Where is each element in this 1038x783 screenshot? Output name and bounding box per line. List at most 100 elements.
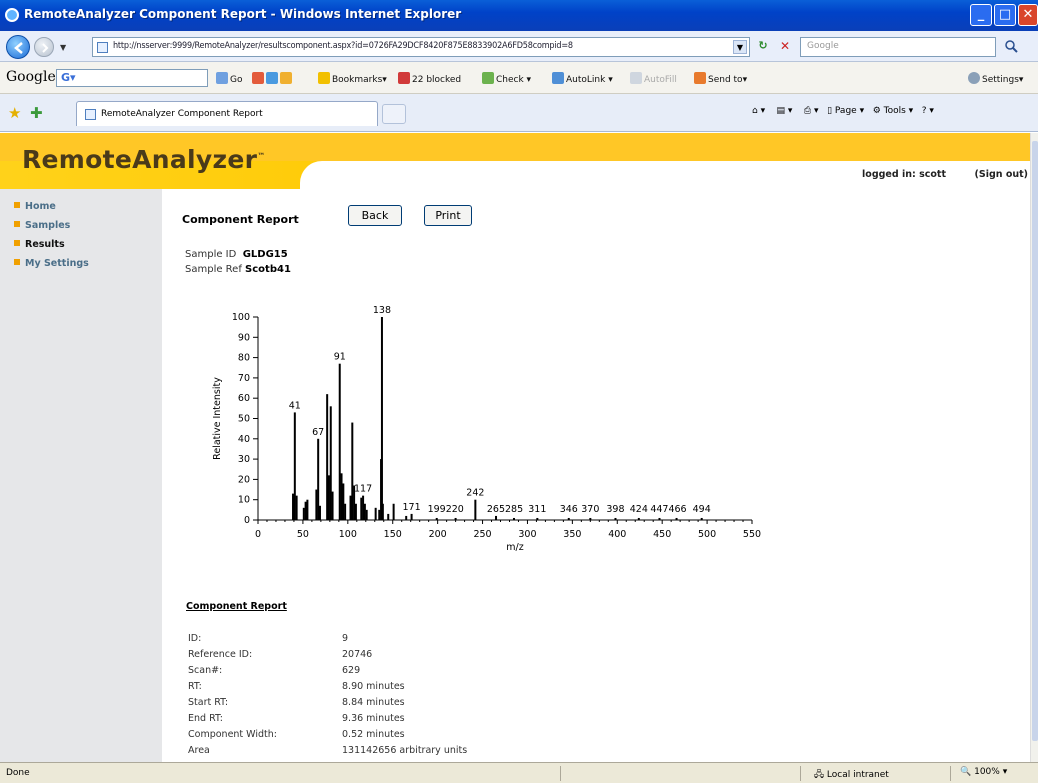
go-button[interactable]: Go: [216, 72, 242, 85]
page-icon: [97, 42, 108, 53]
spectrum-peak: [342, 483, 345, 520]
google-search-input[interactable]: G▾: [56, 69, 208, 87]
go-icon: [216, 72, 228, 84]
sample-ref: Sample Ref Scotb41: [185, 264, 291, 275]
history-dropdown-icon[interactable]: ▼: [60, 43, 66, 52]
spectrum-peak: [374, 507, 377, 520]
page-icon: [85, 109, 96, 120]
forward-nav-button[interactable]: [34, 37, 54, 57]
refresh-icon[interactable]: ↻: [754, 39, 772, 55]
peak-label: 447466: [650, 504, 686, 515]
spectrum-peak: [344, 503, 347, 520]
popup-blocker-button[interactable]: 22 blocked: [398, 72, 461, 85]
peak-label: 138: [373, 305, 391, 316]
component-report-heading[interactable]: Component Report: [186, 601, 287, 612]
y-tick-label: 60: [238, 393, 250, 404]
sidebar-item-samples[interactable]: Samples: [14, 220, 70, 231]
row-value: 20746: [342, 649, 373, 660]
search-input[interactable]: Google: [800, 37, 996, 57]
news-icon: [266, 72, 278, 84]
status-divider: [560, 766, 561, 781]
peak-label: 41: [289, 400, 301, 411]
autolink-button[interactable]: AutoLink ▾: [552, 72, 613, 85]
spectrum-peak: [354, 503, 357, 520]
spectrum-peak: [306, 499, 309, 520]
tools-menu[interactable]: ⚙ Tools ▾: [873, 106, 914, 116]
check-label: Check: [496, 75, 524, 85]
sidebar-item-label: Samples: [25, 220, 71, 231]
zone-label: Local intranet: [826, 770, 889, 780]
sample-ref-label: Sample Ref: [185, 264, 242, 275]
spectrum-peak: [410, 513, 413, 520]
trademark: ™: [257, 151, 266, 161]
stop-icon[interactable]: ✕: [776, 39, 794, 55]
bookmarks-button[interactable]: Bookmarks▾: [318, 72, 387, 85]
google-toolbar: Google G▾ Go Bookmarks▾ 22 blocked Check…: [0, 62, 1038, 94]
favorites-star-icon[interactable]: ★: [8, 104, 21, 122]
toolbar-icons-group[interactable]: [252, 72, 294, 85]
peak-label: 398: [606, 504, 624, 515]
spectrum-peak: [567, 517, 570, 520]
back-nav-button[interactable]: [6, 35, 30, 59]
search-icon[interactable]: [1004, 39, 1024, 55]
feeds-icon[interactable]: ▤ ▾: [777, 106, 793, 116]
y-tick-label: 90: [238, 332, 250, 343]
blocked-icon: [398, 72, 410, 84]
close-button[interactable]: ✕: [1018, 4, 1038, 26]
minimize-button[interactable]: _: [970, 4, 992, 26]
print-button[interactable]: Print: [424, 205, 472, 226]
url-dropdown-icon[interactable]: ▼: [733, 40, 747, 54]
zoom-label: 100%: [974, 767, 1000, 777]
home-icon[interactable]: ⌂ ▾: [752, 106, 765, 116]
report-row-id: ID: 9: [188, 633, 348, 644]
x-tick-label: 250: [473, 529, 491, 540]
bullet-icon: [14, 259, 20, 265]
help-icon[interactable]: ? ▾: [922, 106, 934, 116]
new-tab-button[interactable]: [382, 104, 406, 124]
page-menu[interactable]: ▯ Page ▾: [827, 106, 864, 116]
scrollbar-thumb[interactable]: [1032, 141, 1038, 741]
peak-label: 346: [560, 504, 578, 515]
y-tick-label: 20: [238, 474, 250, 485]
security-zone[interactable]: 🖧 Local intranet: [814, 767, 889, 783]
status-divider: [800, 766, 801, 781]
tab-active[interactable]: RemoteAnalyzer Component Report: [76, 101, 378, 126]
y-tick-label: 40: [238, 434, 250, 445]
site-logo[interactable]: RemoteAnalyzer™: [22, 145, 266, 174]
report-row-rt: RT: 8.90 minutes: [188, 681, 405, 692]
sidebar-item-results[interactable]: Results: [14, 239, 65, 250]
vertical-scrollbar[interactable]: [1030, 133, 1038, 762]
report-row-start-rt: Start RT: 8.84 minutes: [188, 697, 405, 708]
autolink-label: AutoLink: [566, 75, 606, 85]
autofill-button[interactable]: AutoFill: [630, 72, 677, 85]
sidebar-item-label: Home: [25, 201, 56, 212]
spectrum-peak: [304, 501, 307, 520]
intranet-icon: 🖧: [814, 770, 825, 780]
url-field[interactable]: http://nsserver:9999/RemoteAnalyzer/resu…: [92, 37, 750, 57]
peak-label: 117: [354, 484, 372, 495]
peak-label: 67: [312, 427, 324, 438]
spectrum-peak: [329, 406, 332, 520]
spectrum-peak: [405, 515, 408, 520]
sidebar-item-my-settings[interactable]: My Settings: [14, 258, 89, 269]
sign-out-link[interactable]: (Sign out): [975, 169, 1028, 180]
peak-label: 265285: [487, 504, 523, 515]
back-button[interactable]: Back: [348, 205, 402, 226]
spectrum-peak: [363, 503, 366, 520]
add-favorites-icon[interactable]: ✚: [30, 104, 43, 122]
spectrum-peak: [387, 513, 390, 520]
row-label: Start RT:: [188, 697, 229, 708]
sendto-button[interactable]: Send to▾: [694, 72, 747, 85]
address-bar: ▼ http://nsserver:9999/RemoteAnalyzer/re…: [0, 31, 1038, 62]
spectrum-peak: [292, 493, 295, 520]
print-icon[interactable]: ⎙ ▾: [804, 106, 819, 116]
zoom-level[interactable]: 🔍 100% ▾: [960, 767, 1007, 777]
settings-button[interactable]: Settings▾: [968, 72, 1023, 85]
check-button[interactable]: Check ▾: [482, 72, 531, 85]
spectrum-peak: [675, 517, 678, 520]
maximize-button[interactable]: □: [994, 4, 1016, 26]
spectrum-peak: [380, 317, 383, 520]
spectrum-peak: [474, 499, 477, 520]
sidebar-item-home[interactable]: Home: [14, 201, 56, 212]
x-tick-label: 400: [608, 529, 626, 540]
